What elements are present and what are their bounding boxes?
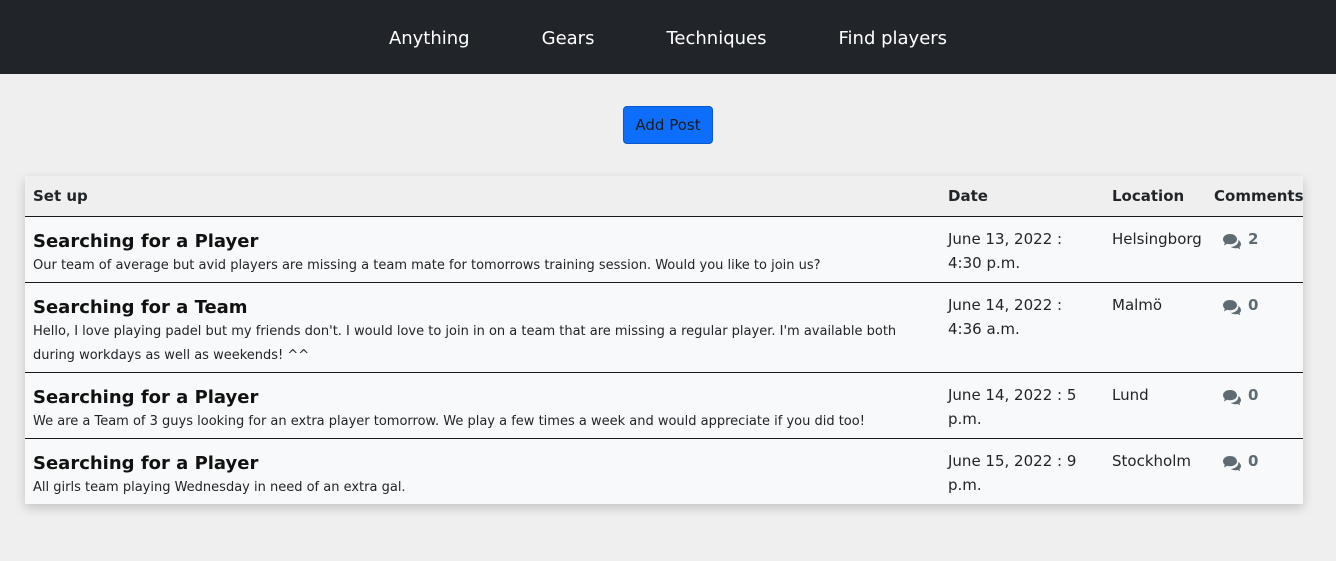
comment-count: 0 [1248, 296, 1259, 314]
posts-table-container: Set up Date Location Comments Searching … [25, 176, 1304, 505]
post-title[interactable]: Searching for a Player [33, 453, 932, 474]
posts-table: Set up Date Location Comments Searching … [25, 176, 1304, 505]
post-location: Malmö [1112, 296, 1163, 314]
table-header-row: Set up Date Location Comments [25, 176, 1304, 217]
add-post-button[interactable]: Add Post [623, 106, 713, 144]
post-comments-cell[interactable]: 0 [1206, 439, 1303, 505]
post-title[interactable]: Searching for a Player [33, 231, 932, 252]
post-location: Stockholm [1112, 452, 1191, 470]
action-row: Add Post [0, 74, 1336, 175]
post-date: June 14, 2022 : 5 p.m. [948, 386, 1077, 428]
comment-count: 0 [1248, 452, 1259, 470]
post-location: Lund [1112, 386, 1149, 404]
post-body: All girls team playing Wednesday in need… [33, 480, 406, 495]
post-body: Hello, I love playing padel but my frien… [33, 324, 897, 363]
nav-item-gears[interactable]: Gears [542, 28, 595, 49]
post-title[interactable]: Searching for a Player [33, 387, 932, 408]
post-setup-cell: Searching for a Team Hello, I love playi… [25, 283, 940, 373]
post-comments-cell[interactable]: 0 [1206, 283, 1303, 373]
post-setup-cell: Searching for a Player All girls team pl… [25, 439, 940, 505]
table-row[interactable]: Searching for a Player Our team of avera… [25, 217, 1303, 283]
posts-table-body: Searching for a Player Our team of avera… [25, 217, 1303, 505]
post-date: June 13, 2022 : 4:30 p.m. [948, 230, 1063, 272]
comments-icon [1222, 232, 1242, 249]
table-row[interactable]: Searching for a Player We are a Team of … [25, 373, 1303, 439]
comments-icon [1222, 298, 1242, 315]
column-header-setup: Set up [25, 176, 940, 217]
post-location: Helsingborg [1112, 230, 1202, 248]
post-date: June 15, 2022 : 9 p.m. [948, 452, 1077, 494]
post-setup-cell: Searching for a Player We are a Team of … [25, 373, 940, 439]
column-header-date: Date [940, 176, 1104, 217]
column-header-comments: Comments [1206, 176, 1304, 217]
nav-item-find-players[interactable]: Find players [838, 28, 947, 49]
post-title[interactable]: Searching for a Team [33, 297, 932, 318]
post-comments-cell[interactable]: 0 [1206, 373, 1303, 439]
comment-count: 2 [1248, 230, 1259, 248]
comment-count: 0 [1248, 386, 1259, 404]
post-date: June 14, 2022 : 4:36 a.m. [948, 296, 1063, 338]
post-body: We are a Team of 3 guys looking for an e… [33, 414, 865, 429]
table-row[interactable]: Searching for a Team Hello, I love playi… [25, 283, 1303, 373]
top-navbar: Anything Gears Techniques Find players [0, 0, 1336, 74]
post-body: Our team of average but avid players are… [33, 258, 821, 273]
nav-item-anything[interactable]: Anything [389, 28, 470, 49]
nav-item-techniques[interactable]: Techniques [666, 28, 766, 49]
comments-icon [1222, 388, 1242, 405]
table-row[interactable]: Searching for a Player All girls team pl… [25, 439, 1303, 505]
post-setup-cell: Searching for a Player Our team of avera… [25, 217, 940, 283]
comments-icon [1222, 454, 1242, 471]
column-header-location: Location [1104, 176, 1206, 217]
post-comments-cell[interactable]: 2 [1206, 217, 1303, 283]
